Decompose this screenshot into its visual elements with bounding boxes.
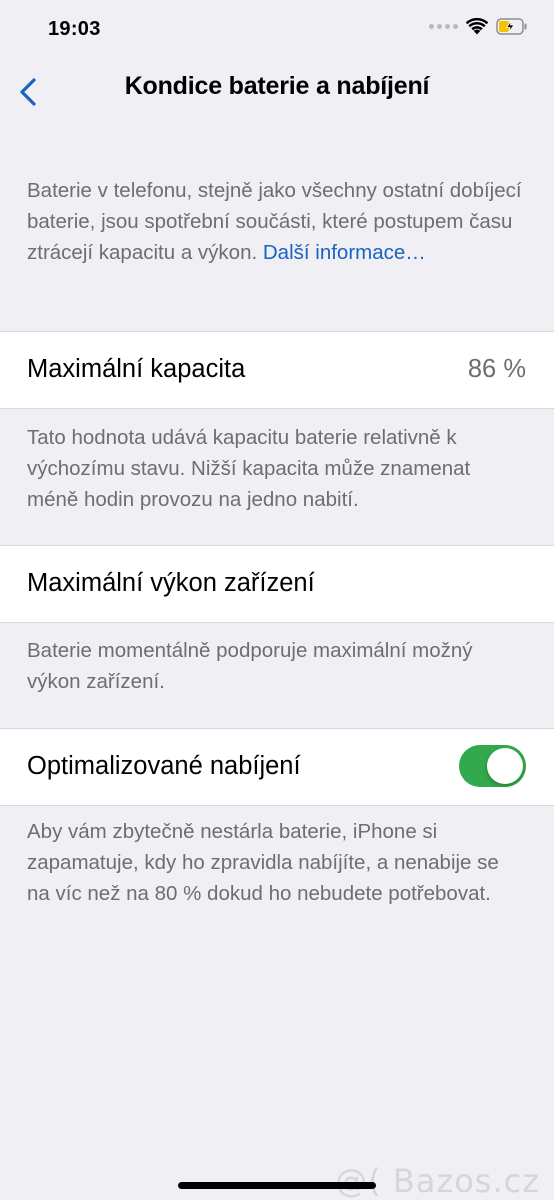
capacity-description: Tato hodnota udává kapacitu baterie rela…: [27, 426, 471, 511]
optimized-charging-row: Optimalizované nabíjení: [0, 728, 554, 806]
peak-performance-label: Maximální výkon zařízení: [27, 569, 315, 597]
watermark: @( Bazos.cz: [335, 1162, 540, 1200]
wifi-icon: [466, 18, 488, 35]
max-capacity-row: Maximální kapacita 86 %: [0, 331, 554, 409]
optimized-charging-label: Optimalizované nabíjení: [27, 752, 301, 780]
toggle-knob: [487, 748, 523, 784]
more-info-link[interactable]: Další informace…: [263, 241, 426, 264]
page-title: Kondice baterie a nabíjení: [124, 72, 430, 100]
status-time: 19:03: [48, 18, 101, 40]
home-indicator[interactable]: [178, 1182, 376, 1189]
optimized-charging-toggle[interactable]: [459, 745, 526, 787]
performance-description: Baterie momentálně podporuje maximální m…: [27, 639, 473, 693]
status-icons: [429, 18, 528, 35]
optimized-charging-description: Aby vám zbytečně nestárla baterie, iPhon…: [27, 820, 499, 905]
battery-charging-icon: [496, 18, 527, 35]
navigation-bar: Kondice baterie a nabíjení: [0, 58, 554, 118]
status-bar: 19:03: [0, 0, 554, 60]
intro-description: Baterie v telefonu, stejně jako všechny …: [27, 175, 527, 268]
cellular-signal-icon: [429, 24, 458, 29]
max-capacity-value: 86 %: [467, 355, 526, 383]
peak-performance-row[interactable]: Maximální výkon zařízení: [0, 545, 554, 623]
max-capacity-label: Maximální kapacita: [27, 355, 246, 383]
